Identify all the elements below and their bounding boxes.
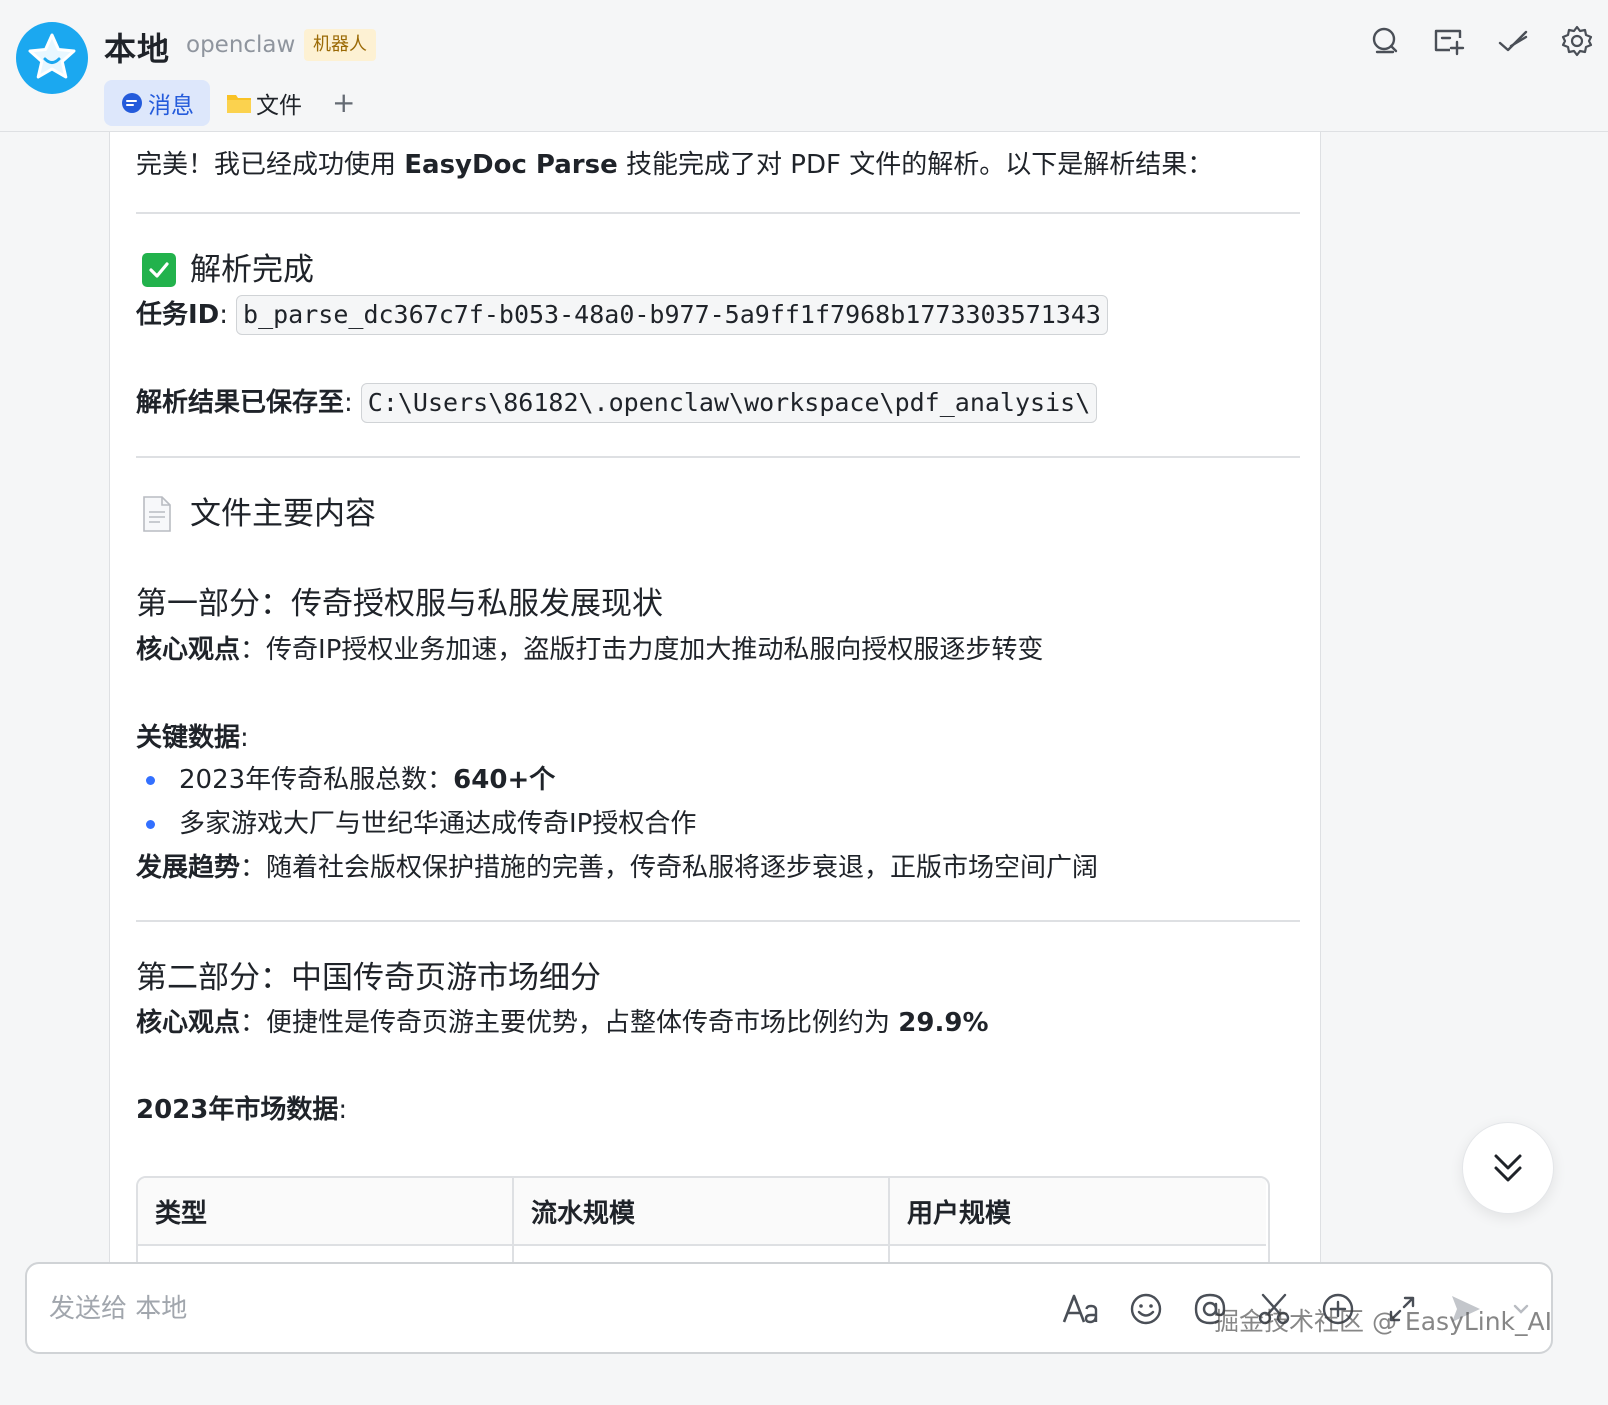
key-data-label: 关键数据 xyxy=(136,723,241,753)
message-composer xyxy=(25,1262,1553,1354)
bullet-text: 多家游戏大厂与世纪华通达成传奇IP授权合作 xyxy=(179,809,697,839)
divider xyxy=(136,212,1300,214)
double-chevron-down-icon xyxy=(1494,1154,1522,1182)
chat-title: 本地 xyxy=(104,30,171,68)
market-data-label: 2023年市场数据 xyxy=(136,1095,339,1125)
bot-badge: 机器人 xyxy=(304,29,376,61)
bullet-dot xyxy=(146,819,155,829)
section-2-title: 第二部分：中国传奇页游市场细分 xyxy=(136,960,601,996)
section-2-market-data: 2023年市场数据: xyxy=(136,1095,348,1125)
header-actions xyxy=(1368,24,1594,58)
plus-circle-icon[interactable] xyxy=(1319,1286,1357,1332)
list-item: 多家游戏大厂与世纪华通达成传奇IP授权合作 xyxy=(136,804,696,844)
trend-label: 发展趋势 xyxy=(136,853,241,883)
section-1-core: 核心观点：传奇IP授权业务加速，盗版打击力度加大推动私服向授权服逐步转变 xyxy=(136,635,1044,665)
table-header-users: 用户规模 xyxy=(890,1178,1266,1246)
composer-toolbar xyxy=(1061,1286,1531,1332)
table-header-type: 类型 xyxy=(138,1178,514,1246)
file-content-heading-text: 文件主要内容 xyxy=(190,496,376,532)
tab-files-label: 文件 xyxy=(256,93,302,119)
bullet-text: 2023年传奇私服总数： xyxy=(179,765,454,795)
section-1-trend: 发展趋势：随着社会版权保护措施的完善，传奇私服将逐步衰退，正版市场空间广阔 xyxy=(136,853,1099,883)
scissors-icon[interactable] xyxy=(1255,1286,1293,1332)
mention-icon[interactable] xyxy=(1191,1286,1229,1332)
check-mark-icon xyxy=(142,253,176,287)
section-2-core: 核心观点：便捷性是传奇页游主要优势，占整体传奇市场比例约为 29.9% xyxy=(136,1008,989,1038)
intro-pre: 完美！我已经成功使用 xyxy=(136,150,405,180)
core-text: 便捷性是传奇页游主要优势，占整体传奇市场比例约为 xyxy=(266,1008,899,1038)
intro-post: 技能完成了对 PDF 文件的解析。以下是解析结果： xyxy=(617,150,1214,180)
section-1-title: 第一部分：传奇授权服与私服发展现状 xyxy=(136,586,663,622)
scroll-to-bottom-button[interactable] xyxy=(1462,1122,1554,1214)
add-tab-button[interactable]: + xyxy=(318,80,369,126)
chevron-down-icon[interactable] xyxy=(1511,1286,1531,1332)
saved-path-row: 解析结果已保存至: C:\Users\86182\.openclaw\works… xyxy=(136,383,1098,423)
table-header-revenue: 流水规模 xyxy=(514,1178,890,1246)
intro-skill-name: EasyDoc Parse xyxy=(404,150,618,180)
tab-messages[interactable]: 消息 xyxy=(104,80,210,126)
list-item: 2023年传奇私服总数： 640+个 xyxy=(136,760,555,800)
task-id-row: 任务ID: b_parse_dc367c7f-b053-48a0-b977-5a… xyxy=(136,295,1108,335)
saved-label: 解析结果已保存至 xyxy=(136,388,345,418)
expand-icon[interactable] xyxy=(1383,1286,1421,1332)
divider xyxy=(136,456,1300,458)
chat-subtitle: openclaw xyxy=(186,32,296,58)
bullet-bold: 640+个 xyxy=(453,765,556,795)
emoji-icon[interactable] xyxy=(1127,1286,1165,1332)
bot-avatar[interactable] xyxy=(16,22,88,94)
chat-header: 本地 openclaw 机器人 消息 文件 + xyxy=(0,0,1608,132)
done-check-icon[interactable] xyxy=(1496,24,1530,58)
settings-gear-icon[interactable] xyxy=(1560,24,1594,58)
core-label: 核心观点 xyxy=(136,635,241,665)
task-id-value[interactable]: b_parse_dc367c7f-b053-48a0-b977-5a9ff1f7… xyxy=(236,295,1108,335)
done-heading-text: 解析完成 xyxy=(190,252,314,288)
send-icon[interactable] xyxy=(1447,1286,1485,1332)
message-input[interactable] xyxy=(49,1286,949,1332)
font-format-icon[interactable] xyxy=(1061,1286,1101,1332)
message-bubble-icon xyxy=(122,93,142,113)
message-card: 完美！我已经成功使用 EasyDoc Parse 技能完成了对 PDF 文件的解… xyxy=(109,132,1321,1292)
tab-messages-label: 消息 xyxy=(148,93,194,119)
add-screen-icon[interactable] xyxy=(1432,24,1466,58)
folder-icon xyxy=(227,95,251,113)
chat-tabs: 消息 文件 + xyxy=(104,80,369,126)
tab-files[interactable]: 文件 xyxy=(210,80,318,126)
trend-text: 随着社会版权保护措施的完善，传奇私服将逐步衰退，正版市场空间广阔 xyxy=(266,853,1099,883)
core-text: 传奇IP授权业务加速，盗版打击力度加大推动私服向授权服逐步转变 xyxy=(266,635,1044,665)
intro-text: 完美！我已经成功使用 EasyDoc Parse 技能完成了对 PDF 文件的解… xyxy=(136,144,1213,186)
divider xyxy=(136,920,1300,922)
file-content-heading: 文件主要内容 xyxy=(136,488,376,540)
document-icon xyxy=(143,496,171,532)
search-chat-icon[interactable] xyxy=(1368,24,1402,58)
core-percentage: 29.9% xyxy=(898,1008,989,1038)
star-face-icon xyxy=(28,33,76,79)
core-label: 核心观点 xyxy=(136,1008,241,1038)
done-heading: 解析完成 xyxy=(136,246,314,294)
section-1-key-data: 关键数据: xyxy=(136,723,249,753)
bullet-dot xyxy=(146,775,155,785)
task-id-label: 任务ID xyxy=(136,300,220,330)
saved-path-value[interactable]: C:\Users\86182\.openclaw\workspace\pdf_a… xyxy=(360,383,1098,423)
